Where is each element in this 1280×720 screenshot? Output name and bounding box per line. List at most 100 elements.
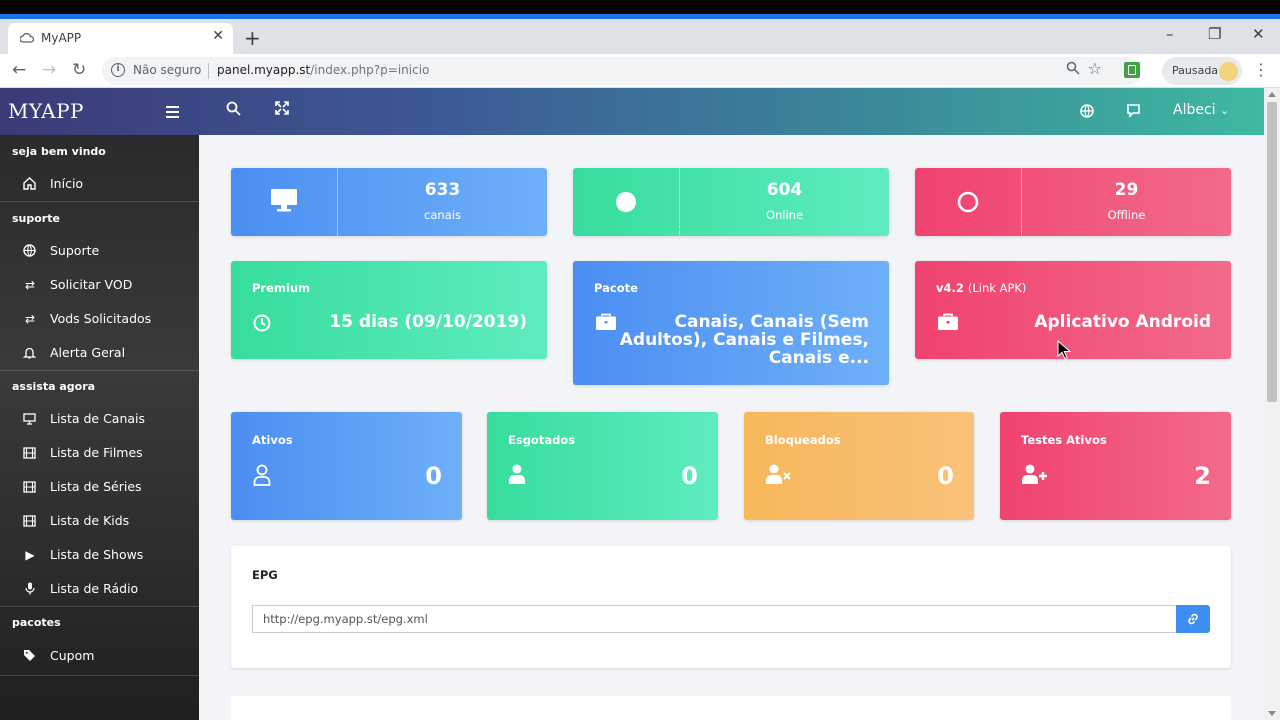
scroll-down-icon[interactable] — [1268, 711, 1276, 716]
top-navbar: MYAPP Albeci ⌄ — [0, 88, 1264, 135]
profile-status: Pausada — [1172, 64, 1219, 77]
url-host: panel.myapp.st — [217, 63, 311, 77]
sidebar-item-label: Cupom — [50, 648, 95, 663]
profile-button[interactable]: Pausada — [1162, 57, 1242, 85]
counter-value: 0 — [681, 462, 698, 490]
premium-card[interactable]: Premium 15 dias (09/10/2019) — [231, 261, 547, 359]
extension-icon[interactable] — [1124, 62, 1140, 78]
browser-menu-icon[interactable]: ⋮ — [1253, 60, 1269, 79]
reload-icon[interactable]: ↻ — [72, 60, 86, 80]
bell-icon — [23, 347, 36, 359]
sidebar-section-support: suporte — [12, 212, 60, 225]
pacote-line: Adultos), Canais e Filmes, — [619, 330, 869, 350]
minimize-button[interactable]: – — [1166, 25, 1174, 43]
info-icon[interactable]: i — [111, 63, 125, 77]
sidebar-item-suporte[interactable]: Suporte — [0, 235, 199, 267]
sidebar-item-lista-shows[interactable]: ▶ Lista de Shows — [0, 539, 199, 571]
sidebar-divider — [0, 606, 199, 607]
scrollbar-thumb[interactable] — [1267, 102, 1277, 402]
brand-logo[interactable]: MYAPP — [8, 99, 84, 123]
tab-close-icon[interactable]: ✕ — [212, 28, 224, 44]
sidebar-item-label: Lista de Rádio — [50, 581, 139, 596]
zoom-icon[interactable] — [1066, 61, 1080, 75]
globe-icon[interactable] — [1080, 104, 1094, 118]
user-menu[interactable]: Albeci ⌄ — [1173, 102, 1229, 118]
film-icon — [23, 447, 36, 459]
epg-url-input[interactable] — [252, 605, 1177, 633]
stat-value: 29 — [1114, 180, 1139, 200]
home-icon — [23, 177, 36, 190]
stat-card-canais[interactable]: 633 canais — [231, 168, 547, 236]
back-icon[interactable]: ← — [12, 60, 26, 80]
forward-icon[interactable]: → — [42, 60, 56, 80]
new-tab-button[interactable]: + — [244, 26, 261, 50]
epg-title: EPG — [252, 568, 278, 582]
restore-button[interactable]: ❐ — [1208, 25, 1221, 43]
counter-card-esgotados[interactable]: Esgotados 0 — [487, 412, 718, 520]
fullscreen-icon[interactable] — [275, 101, 289, 115]
sidebar-section-watch: assista agora — [12, 380, 96, 393]
globe-icon — [23, 244, 36, 257]
chevron-down-icon: ⌄ — [1220, 104, 1230, 117]
sidebar-item-lista-radio[interactable]: Lista de Rádio — [0, 573, 199, 605]
epg-panel: EPG — [231, 546, 1231, 668]
stat-icon-box — [915, 168, 1022, 236]
user-icon — [509, 464, 525, 484]
sidebar-item-lista-series[interactable]: Lista de Séries — [0, 471, 199, 503]
clock-icon — [253, 314, 271, 332]
sidebar-item-lista-kids[interactable]: Lista de Kids — [0, 505, 199, 537]
sidebar-item-label: Suporte — [50, 243, 100, 258]
apk-card[interactable]: v4.2 (Link APK) Aplicativo Android — [915, 261, 1231, 359]
stat-label: canais — [424, 208, 461, 222]
stat-value: 633 — [424, 180, 461, 200]
pacote-card[interactable]: Pacote Canais, Canais (Sem Adultos), Can… — [573, 261, 889, 385]
counter-card-bloqueados[interactable]: Bloqueados 0 — [744, 412, 974, 520]
sidebar-item-label: Solicitar VOD — [50, 277, 133, 292]
stat-card-offline[interactable]: 29 Offline — [915, 168, 1231, 236]
sidebar-item-cupom[interactable]: Cupom — [0, 640, 199, 672]
sidebar-item-vods-solicitados[interactable]: ⇄ Vods Solicitados — [0, 303, 199, 335]
user-plus-icon — [1022, 464, 1047, 484]
counter-card-ativos[interactable]: Ativos 0 — [231, 412, 462, 520]
browser-tab[interactable]: MyAPP ✕ — [8, 23, 233, 54]
menu-toggle-icon[interactable] — [166, 106, 179, 121]
briefcase-icon — [596, 313, 616, 330]
stat-value: 604 — [766, 180, 803, 200]
tab-strip: MyAPP ✕ + – ❐ ✕ — [0, 14, 1280, 54]
url-text: panel.myapp.st/index.php?p=inicio — [217, 63, 429, 77]
sidebar-item-label: Lista de Kids — [50, 513, 130, 528]
exchange-icon: ⇄ — [24, 278, 36, 292]
microphone-icon — [25, 582, 35, 595]
url-bar[interactable]: i Não seguro panel.myapp.st/index.php?p=… — [102, 57, 1142, 85]
sidebar-item-lista-filmes[interactable]: Lista de Filmes — [0, 437, 199, 469]
premium-value: 15 dias (09/10/2019) — [329, 312, 527, 332]
sidebar-item-label: Lista de Séries — [50, 479, 142, 494]
sidebar-item-solicitar-vod[interactable]: ⇄ Solicitar VOD — [0, 269, 199, 301]
film-icon — [23, 515, 36, 527]
page-scrollbar[interactable] — [1264, 88, 1280, 720]
counter-title: Bloqueados — [765, 433, 841, 447]
security-label: Não seguro — [133, 63, 202, 77]
epg-link-button[interactable] — [1176, 605, 1210, 633]
sidebar-item-inicio[interactable]: Início — [0, 168, 199, 200]
apk-link[interactable]: (Link APK) — [968, 281, 1027, 295]
window-close-button[interactable]: ✕ — [1252, 25, 1265, 43]
counter-card-testes-ativos[interactable]: Testes Ativos 2 — [1000, 412, 1231, 520]
stat-icon-box — [573, 168, 680, 236]
sidebar-section-welcome: seja bem vindo — [12, 145, 106, 158]
bookmark-star-icon[interactable]: ☆ — [1088, 59, 1102, 78]
next-panel — [231, 696, 1231, 720]
url-path: /index.php?p=inicio — [310, 63, 430, 77]
chat-icon[interactable] — [1126, 103, 1141, 118]
scroll-up-icon[interactable] — [1268, 92, 1276, 97]
tab-title: MyAPP — [41, 31, 82, 45]
search-icon[interactable] — [226, 101, 241, 116]
address-bar-row: ← → ↻ i Não seguro panel.myapp.st/index.… — [0, 54, 1280, 88]
sidebar-divider — [0, 370, 199, 371]
counter-title: Ativos — [252, 433, 293, 447]
stat-card-online[interactable]: 604 Online — [573, 168, 889, 236]
pacote-line: Canais, Canais (Sem — [674, 312, 870, 332]
sidebar-item-lista-canais[interactable]: Lista de Canais — [0, 403, 199, 435]
link-icon — [1188, 613, 1198, 625]
sidebar-item-alerta-geral[interactable]: Alerta Geral — [0, 337, 199, 369]
